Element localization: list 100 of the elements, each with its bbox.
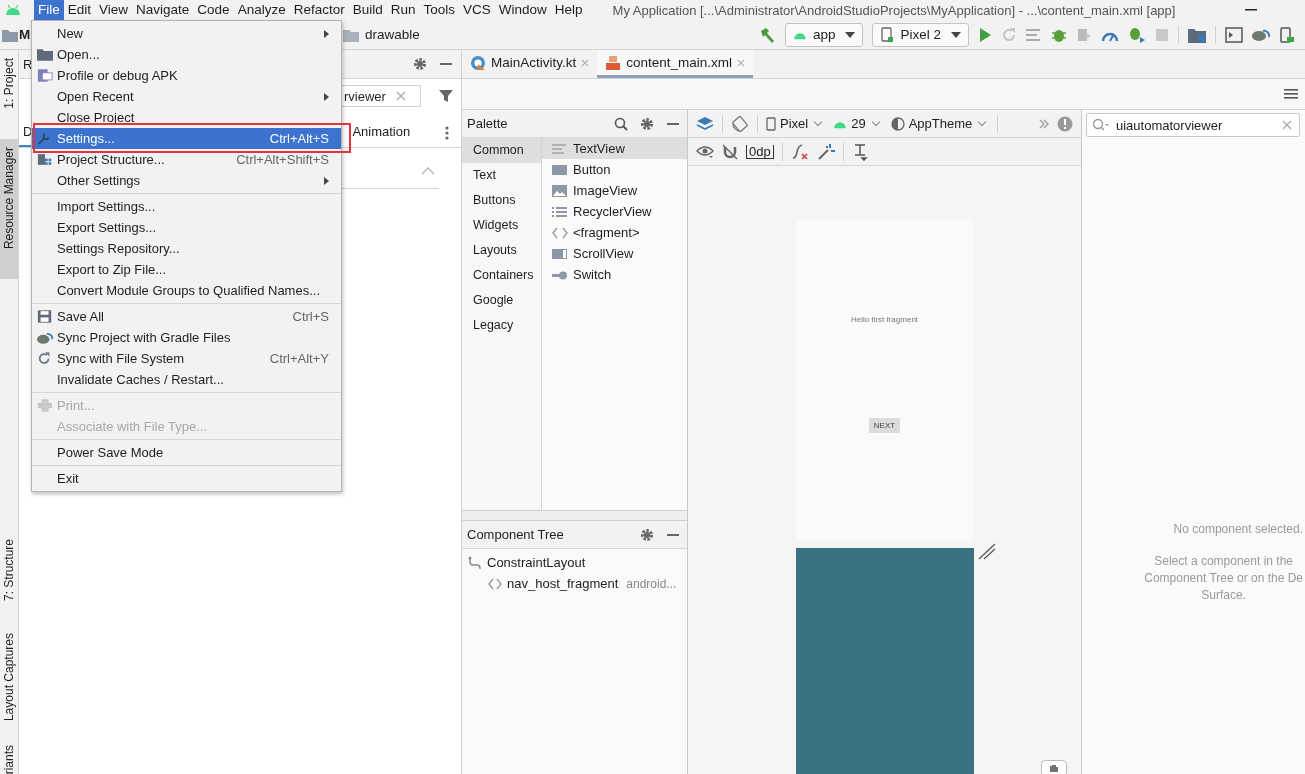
menu-item[interactable]: Edit	[63, 0, 96, 20]
run-icon[interactable]	[978, 26, 992, 43]
sdk-manager-icon[interactable]	[1188, 26, 1206, 43]
palette-category[interactable]: Legacy	[462, 313, 541, 338]
menu-item[interactable]: Import Settings...	[32, 196, 341, 217]
pan-icon[interactable]	[1041, 760, 1067, 774]
eye-icon[interactable]	[696, 144, 714, 159]
tool-window-tab[interactable]: riants	[0, 738, 18, 774]
menu-item[interactable]: Invalidate Caches / Restart...	[32, 369, 341, 390]
palette-item[interactable]: TextView	[542, 138, 687, 159]
palette-category[interactable]: Layouts	[462, 238, 541, 263]
palette-item[interactable]: ImageView	[542, 180, 687, 201]
menu-item[interactable]: Convert Module Groups to Qualified Names...	[32, 280, 341, 301]
magnet-icon[interactable]	[722, 143, 738, 160]
clear-constraints-icon[interactable]	[790, 142, 809, 161]
theme-dropdown[interactable]: AppTheme	[890, 116, 990, 131]
search-field[interactable]: uiautomatorviewer	[1086, 113, 1300, 137]
menu-item[interactable]: Build	[348, 0, 387, 20]
palette-item[interactable]: <fragment>	[542, 222, 687, 243]
theme-icon	[890, 116, 905, 131]
menu-item[interactable]: Other Settings	[32, 170, 341, 191]
phone-icon	[766, 116, 776, 131]
palette-category[interactable]: Common	[462, 138, 541, 163]
palette-item[interactable]: Button	[542, 159, 687, 180]
palette-category[interactable]: Google	[462, 288, 541, 313]
menu-item[interactable]: Refactor	[289, 0, 349, 20]
menu-item[interactable]: New	[32, 23, 341, 44]
warning-icon[interactable]	[1057, 115, 1073, 132]
palette-category[interactable]: Widgets	[462, 213, 541, 238]
tree-item[interactable]: ConstraintLayout	[487, 555, 586, 570]
kotlin-file-icon	[470, 54, 486, 71]
device-dropdown[interactable]: Pixel	[766, 116, 826, 131]
menu-item[interactable]: View	[95, 0, 133, 20]
menu-item[interactable]: Settings Repository...	[32, 238, 341, 259]
device-dropdown[interactable]: Pixel 2	[872, 22, 969, 47]
palette-item[interactable]: RecyclerView	[542, 201, 687, 222]
window-icon[interactable]	[1225, 26, 1243, 43]
palette-category[interactable]: Containers	[462, 263, 541, 288]
empty-state-title: No component selected.	[1173, 521, 1303, 538]
menu-icon[interactable]	[1284, 88, 1298, 100]
more-icon[interactable]	[445, 126, 449, 140]
menu-item[interactable]: Project Structure... Ctrl+Alt+Shift+S	[32, 149, 341, 170]
breadcrumb[interactable]: drawable	[365, 27, 420, 42]
rotate-icon[interactable]	[731, 114, 749, 133]
editor-tab[interactable]: content_main.xml	[597, 50, 754, 78]
menu-item[interactable]: Help	[550, 0, 587, 20]
tree-item[interactable]: nav_host_fragment	[507, 576, 619, 591]
printer-icon	[37, 398, 53, 413]
bug-arrow-icon[interactable]	[1128, 25, 1146, 44]
magic-wand-icon[interactable]	[816, 142, 835, 161]
grid-icon	[37, 152, 53, 167]
menu-item[interactable]: Code	[193, 0, 234, 20]
menu-item[interactable]: Open...	[32, 44, 341, 65]
empty-state-message: Select a component in the Component Tree or on the De Surface.	[1144, 553, 1303, 604]
phone-icon[interactable]	[1279, 26, 1295, 43]
settings-icon[interactable]	[640, 527, 654, 542]
list-icon[interactable]	[1026, 27, 1042, 42]
close-icon[interactable]	[737, 58, 746, 67]
palette-category[interactable]: Buttons	[462, 188, 541, 213]
search-icon[interactable]	[1092, 118, 1110, 132]
more-icon[interactable]	[1039, 118, 1049, 129]
palette-item[interactable]: ScrollView	[542, 243, 687, 264]
menu-item[interactable]: Tools	[419, 0, 459, 20]
clear-icon[interactable]	[395, 91, 406, 101]
tool-window-tab[interactable]: 1: Project	[0, 52, 18, 115]
tool-window-tab[interactable]: 7: Structure	[0, 532, 18, 607]
palette-category[interactable]: Text	[462, 163, 541, 188]
menu-item[interactable]: File	[34, 0, 64, 20]
menu-item[interactable]: Export Settings...	[32, 217, 341, 238]
menu-item[interactable]: Sync Project with Gradle Files	[32, 327, 341, 348]
configuration-dropdown[interactable]: app	[784, 22, 864, 47]
menu-item[interactable]: Profile or debug APK	[32, 65, 341, 86]
folder-icon	[2, 27, 18, 42]
menu-item[interactable]: Exit	[32, 468, 341, 489]
settings-icon[interactable]	[413, 57, 427, 71]
tool-window-tab[interactable]: Resource Manager	[0, 138, 18, 279]
menu-item[interactable]: Power Save Mode	[32, 442, 341, 463]
filter-icon[interactable]	[439, 89, 453, 103]
clear-icon[interactable]	[1282, 120, 1292, 130]
default-margin-dropdown[interactable]: 0dp	[746, 144, 774, 159]
menu-item[interactable]: VCS	[459, 0, 495, 20]
breadcrumb[interactable]: M	[19, 27, 31, 42]
palette-item[interactable]: Switch	[542, 264, 687, 285]
menu-item[interactable]: Window	[494, 0, 551, 20]
menu-item[interactable]: Save All Ctrl+S	[32, 306, 341, 327]
settings-icon[interactable]	[640, 116, 654, 131]
tool-window-tab[interactable]: Layout Captures	[0, 626, 18, 727]
layers-icon[interactable]	[696, 114, 714, 133]
api-level-dropdown[interactable]: 29	[833, 116, 883, 131]
resize-handle-icon[interactable]	[977, 543, 996, 560]
menu-item[interactable]: Run	[386, 0, 420, 20]
menu-item[interactable]: Settings... Ctrl+Alt+S	[32, 128, 341, 149]
editor-tab[interactable]: MainActivity.kt	[462, 50, 598, 78]
menu-item[interactable]: Navigate	[132, 0, 194, 20]
tab[interactable]: Animation	[348, 119, 415, 147]
menu-item[interactable]: Sync with File System Ctrl+Alt+Y	[32, 348, 341, 369]
menu-item[interactable]: Export to Zip File...	[32, 259, 341, 280]
search-icon[interactable]	[614, 116, 628, 131]
menu-item[interactable]: Analyze	[233, 0, 290, 20]
scroll-icon	[551, 246, 569, 261]
